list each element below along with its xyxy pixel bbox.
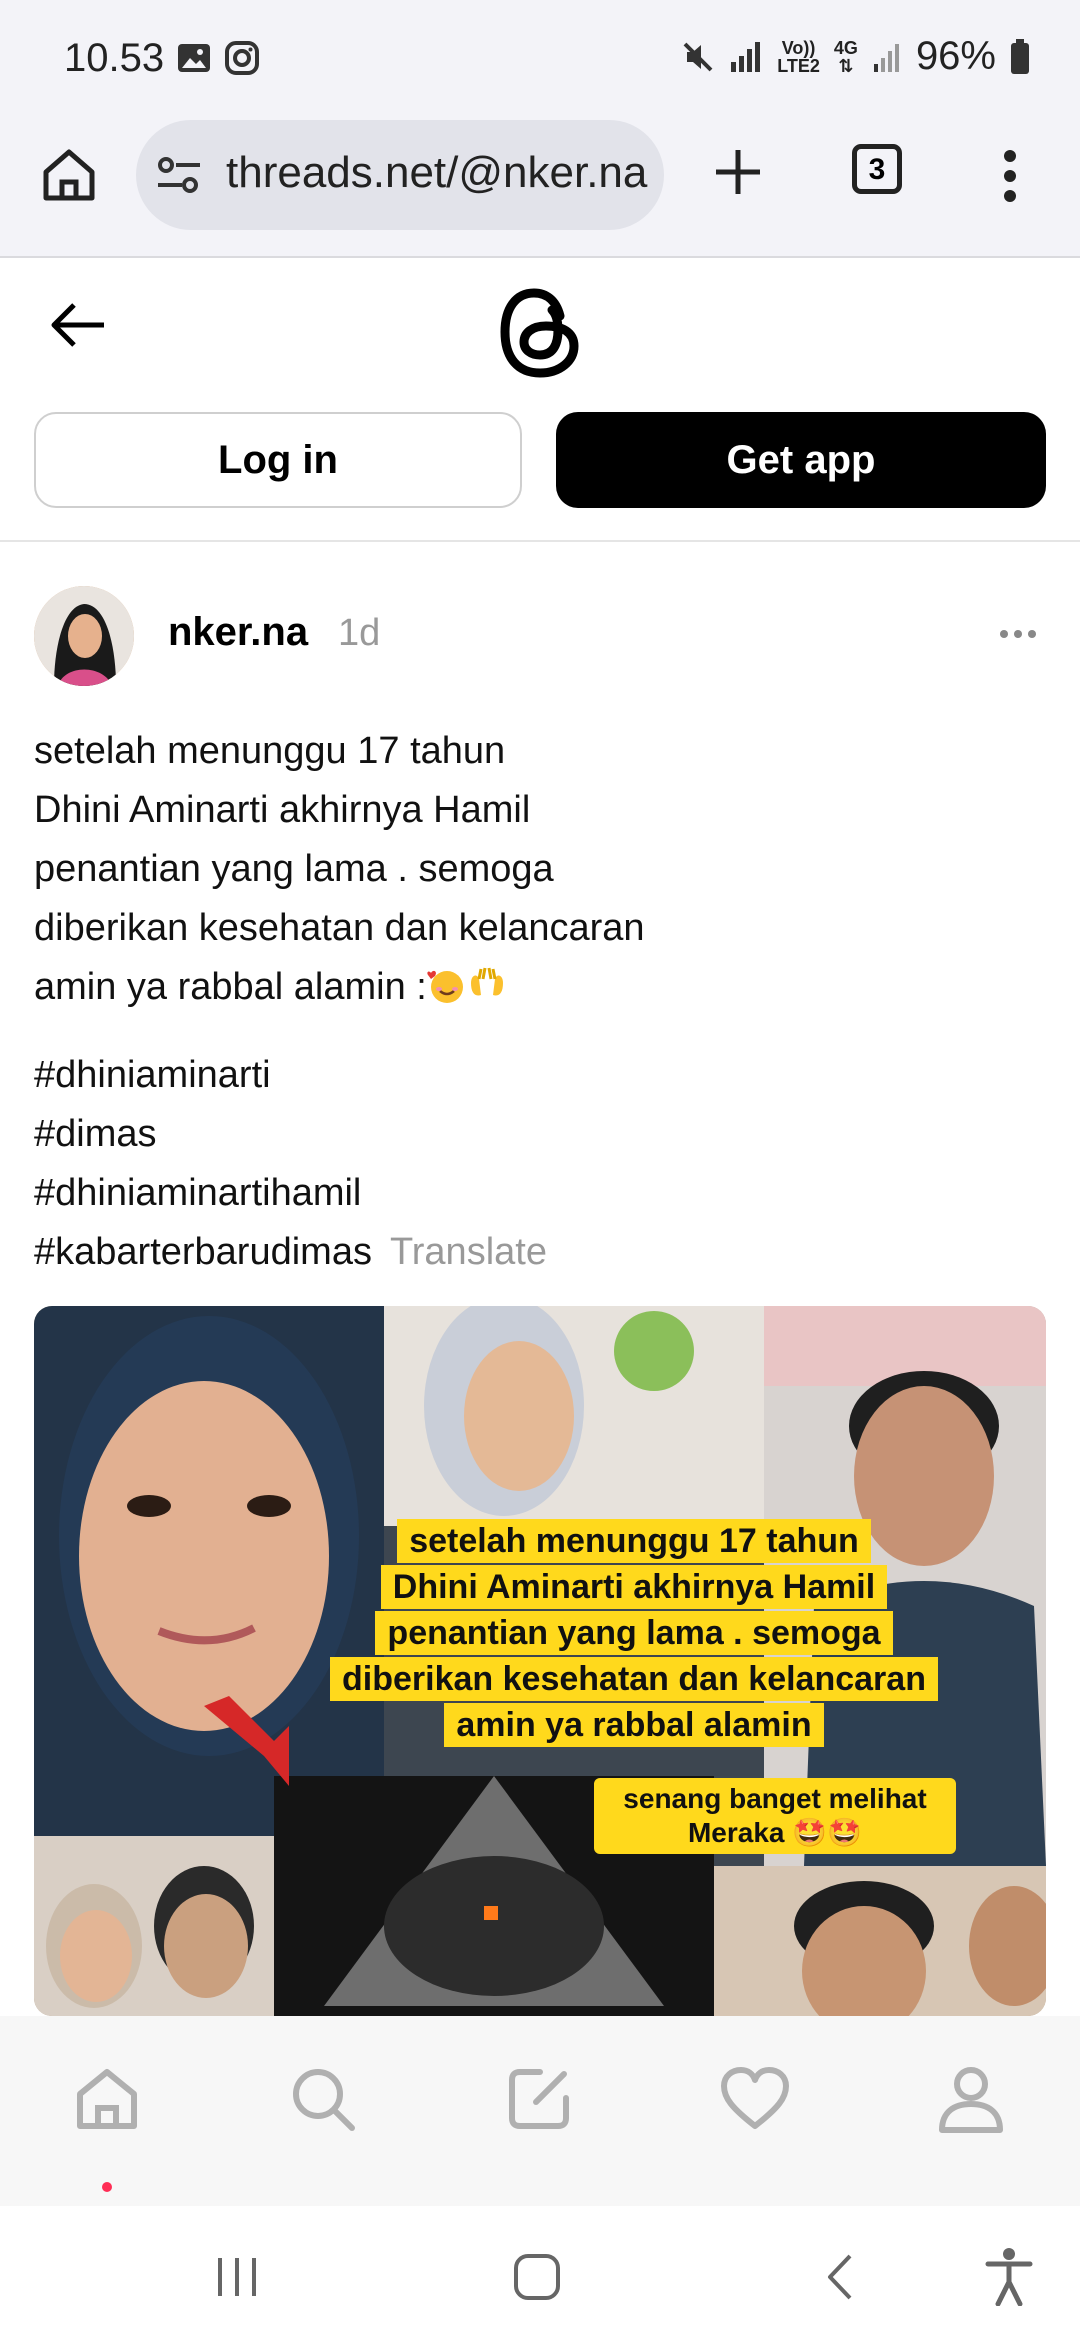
post-body: setelah menunggu 17 tahun Dhini Aminarti…: [34, 722, 1044, 1017]
image-caption-line: diberikan kesehatan dan kelancaran: [330, 1657, 938, 1701]
recents-icon[interactable]: [212, 2252, 262, 2302]
home-icon[interactable]: [70, 2062, 144, 2136]
header-divider: [0, 540, 1080, 542]
home-nav-icon[interactable]: [512, 2252, 562, 2302]
gallery-icon: [178, 44, 210, 72]
signal-icon: [731, 41, 761, 72]
system-nav-bar: [0, 2206, 1080, 2340]
post-username[interactable]: nker.na: [168, 610, 308, 655]
battery-percent: 96%: [915, 34, 996, 78]
threads-logo-icon[interactable]: [498, 286, 582, 380]
hashtag-link[interactable]: #dhiniaminarti: [34, 1046, 1044, 1105]
status-time: 10.53: [64, 36, 165, 80]
data-arrows-icon: ⇅: [838, 55, 854, 76]
hashtag-list: #dhiniaminarti #dimas #dhiniaminartihami…: [34, 1046, 1044, 1282]
mute-icon: [683, 42, 713, 71]
status-bar: 10.53 Vo)) LTE2 4G ⇅ 96%: [0, 0, 1080, 120]
post-time: 1d: [338, 612, 381, 654]
volte-label: Vo)): [781, 37, 816, 58]
image-badge-line: senang banget melihat: [623, 1783, 927, 1814]
image-caption-line: setelah menunggu 17 tahun: [397, 1519, 871, 1563]
image-caption-line: amin ya rabbal alamin: [444, 1703, 824, 1747]
instagram-icon: [225, 41, 259, 75]
address-bar[interactable]: threads.net/@nker.na: [136, 120, 664, 230]
get-app-button[interactable]: Get app: [556, 412, 1046, 508]
post-text-line: amin ya rabbal alamin :: [34, 966, 427, 1008]
image-badge: senang banget melihat Meraka 🤩🤩: [594, 1778, 956, 1854]
avatar[interactable]: [34, 586, 134, 686]
image-caption-line: penantian yang lama . semoga: [375, 1611, 893, 1655]
star-eyes-emoji-icon: 🤩🤩: [792, 1817, 863, 1848]
post-text-line: diberikan kesehatan dan kelancaran: [34, 907, 645, 949]
post-text-line: setelah menunggu 17 tahun: [34, 730, 506, 772]
new-tab-icon[interactable]: [710, 144, 766, 200]
bottom-nav: [0, 2016, 1080, 2206]
login-button[interactable]: Log in: [34, 412, 522, 508]
compose-icon[interactable]: [502, 2062, 576, 2136]
translate-link[interactable]: Translate: [390, 1231, 547, 1273]
back-nav-icon[interactable]: [820, 2252, 860, 2302]
search-icon[interactable]: [286, 2062, 360, 2136]
heart-icon[interactable]: [718, 2062, 792, 2136]
image-caption: setelah menunggu 17 tahun Dhini Aminarti…: [294, 1518, 974, 1748]
tab-switcher-button[interactable]: 3: [852, 144, 902, 194]
battery-icon: [1011, 38, 1029, 74]
site-settings-icon[interactable]: [156, 154, 202, 196]
browser-toolbar: threads.net/@nker.na 3: [0, 120, 1080, 258]
active-indicator-dot: [102, 2182, 112, 2192]
signal-weak-icon: [873, 43, 899, 72]
smiling-hearts-emoji-icon: [427, 970, 463, 1003]
network-type-label: 4G: [833, 37, 858, 58]
hashtag-link[interactable]: #dhiniaminartihamil: [34, 1164, 1044, 1223]
back-arrow-icon[interactable]: [48, 300, 108, 350]
image-badge-line: Meraka: [687, 1817, 785, 1848]
post-image[interactable]: setelah menunggu 17 tahun Dhini Aminarti…: [34, 1306, 1046, 2016]
more-vert-icon[interactable]: [1000, 146, 1020, 206]
hashtag-link[interactable]: #dimas: [34, 1105, 1044, 1164]
post-more-icon[interactable]: [998, 628, 1038, 640]
post-text-line: penantian yang lama . semoga: [34, 848, 554, 890]
image-caption-line: Dhini Aminarti akhirnya Hamil: [380, 1565, 888, 1609]
avatar-photo: [34, 586, 134, 686]
palms-up-emoji-icon: [470, 967, 503, 996]
profile-icon[interactable]: [934, 2062, 1008, 2136]
accessibility-icon[interactable]: [984, 2246, 1034, 2306]
lte-label: LTE2: [777, 55, 820, 76]
browser-home-icon[interactable]: [38, 144, 100, 206]
url-text[interactable]: threads.net/@nker.na: [226, 148, 647, 198]
hashtag-link[interactable]: #kabarterbarudimas: [34, 1231, 372, 1273]
post-text-line: Dhini Aminarti akhirnya Hamil: [34, 789, 531, 831]
